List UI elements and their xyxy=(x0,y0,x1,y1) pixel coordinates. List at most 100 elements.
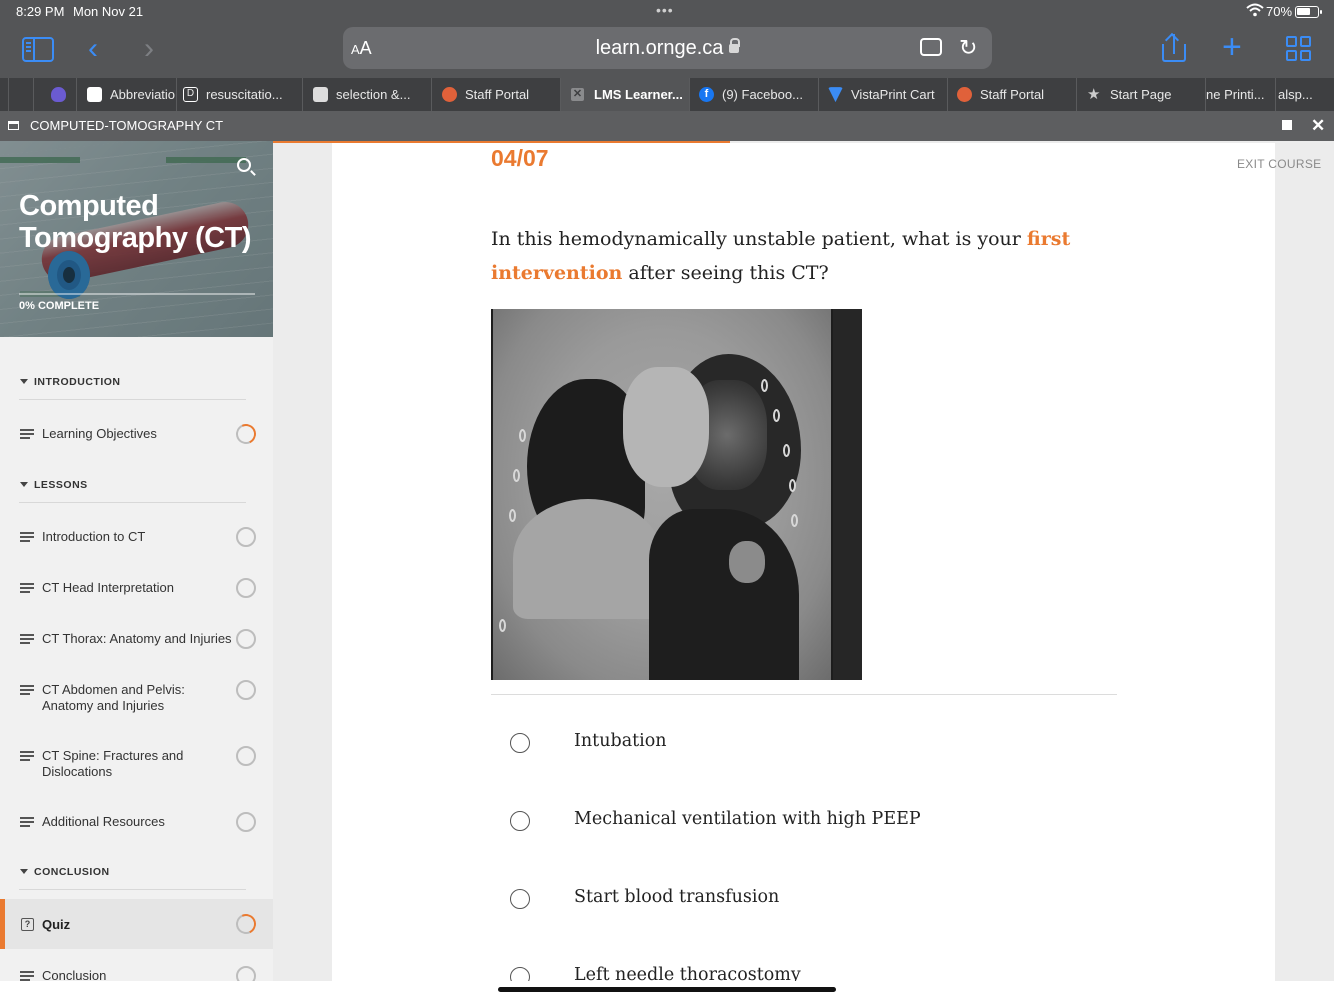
multitask-dots-icon[interactable]: ••• xyxy=(656,2,674,18)
tab-bar: Abbreviatio Dresuscitatio... selection &… xyxy=(0,78,1334,111)
course-sidebar: Computed Tomography (CT) 0% COMPLETE INT… xyxy=(0,141,273,981)
collapse-triangle-icon xyxy=(20,869,28,874)
ct-scan-image xyxy=(491,309,862,680)
lesson-item[interactable]: Conclusion xyxy=(0,966,273,981)
lesson-list-icon xyxy=(20,583,34,593)
course-hero: Computed Tomography (CT) 0% COMPLETE xyxy=(0,141,273,337)
answer-option[interactable]: Left needle thoracostomy xyxy=(510,964,1110,981)
progress-ring-icon xyxy=(236,578,256,598)
question-text: In this hemodynamically unstable patient… xyxy=(491,228,1071,284)
collapse-triangle-icon xyxy=(20,482,28,487)
window-icon xyxy=(8,121,19,130)
tab[interactable]: ★ Start Page xyxy=(1076,78,1205,111)
window-title-bar: COMPUTED-TOMOGRAPHY CT ✕ xyxy=(0,111,1334,141)
d-icon: D xyxy=(183,87,198,103)
lesson-item[interactable]: CT Spine: Fractures and Dislocations xyxy=(0,746,273,782)
options-divider xyxy=(491,694,1117,695)
tab-active[interactable]: ✕ LMS Learner... xyxy=(560,78,689,111)
status-bar: 8:29 PM Mon Nov 21 ••• 70% xyxy=(0,0,1334,24)
progress-ring-icon xyxy=(236,812,256,832)
progress-ring-icon xyxy=(236,629,256,649)
lesson-list-icon xyxy=(20,751,34,761)
url-field[interactable]: learn.ornge.ca xyxy=(343,37,992,60)
sidebar-toggle-icon[interactable] xyxy=(22,37,54,62)
lesson-list-icon xyxy=(20,971,34,981)
progress-ring-icon xyxy=(236,746,256,766)
progress-ring-icon xyxy=(236,680,256,700)
question-counter: 04/07 xyxy=(491,145,549,171)
facebook-icon: f xyxy=(699,87,714,103)
lesson-item-active[interactable]: ? Quiz xyxy=(0,899,273,949)
status-date: Mon Nov 21 xyxy=(73,4,144,19)
progress-ring-icon xyxy=(236,966,256,981)
wifi-icon xyxy=(1246,3,1264,17)
radio-button[interactable] xyxy=(510,733,530,753)
tab[interactable]: Abbreviatio xyxy=(76,78,176,111)
battery-level xyxy=(1297,8,1310,15)
lesson-item[interactable]: Additional Resources xyxy=(0,812,273,832)
tab[interactable]: Staff Portal xyxy=(431,78,560,111)
tab[interactable]: Dresuscitatio... xyxy=(176,78,302,111)
section-introduction[interactable]: INTRODUCTION xyxy=(19,368,246,400)
course-progress-bar xyxy=(19,293,255,295)
maximize-icon[interactable] xyxy=(1282,120,1292,130)
section-conclusion[interactable]: CONCLUSION xyxy=(19,858,246,890)
section-lessons[interactable]: LESSONS xyxy=(19,471,246,503)
lesson-list-icon xyxy=(20,429,34,439)
close-tab-icon[interactable]: ✕ xyxy=(571,88,584,102)
shield-icon xyxy=(51,87,66,103)
home-indicator[interactable] xyxy=(498,987,836,992)
collapse-triangle-icon xyxy=(20,379,28,384)
answer-option[interactable]: Start blood transfusion xyxy=(510,886,1110,912)
radio-button[interactable] xyxy=(510,967,530,981)
tab[interactable]: f (9) Faceboo... xyxy=(689,78,818,111)
radio-button[interactable] xyxy=(510,811,530,831)
extensions-icon[interactable] xyxy=(920,38,942,56)
tab-overview-icon[interactable] xyxy=(1286,36,1312,62)
tab[interactable]: ne Printi... xyxy=(1205,78,1275,111)
address-bar[interactable]: AA learn.ornge.ca ↻ xyxy=(343,27,992,69)
portal-icon xyxy=(442,87,457,103)
lesson-list-icon xyxy=(20,634,34,644)
search-icon[interactable] xyxy=(237,158,251,172)
star-icon: ★ xyxy=(1087,86,1101,104)
window-title: COMPUTED-TOMOGRAPHY CT xyxy=(30,118,224,133)
lesson-item[interactable]: Learning Objectives xyxy=(0,421,273,447)
lesson-item[interactable]: CT Head Interpretation xyxy=(0,578,273,598)
tab[interactable]: selection &... xyxy=(302,78,431,111)
vistaprint-icon xyxy=(828,87,843,103)
tab[interactable]: alsp... xyxy=(1275,78,1334,111)
share-icon[interactable] xyxy=(1162,32,1186,62)
answer-option[interactable]: Intubation xyxy=(510,730,1110,756)
lock-icon xyxy=(729,38,741,53)
doc-icon xyxy=(313,87,328,103)
course-title: Computed Tomography (CT) xyxy=(19,190,252,254)
battery-icon xyxy=(1295,6,1322,18)
course-progress-label: 0% COMPLETE xyxy=(19,300,100,312)
tab[interactable]: VistaPrint Cart xyxy=(818,78,947,111)
exit-course-link[interactable]: EXIT COURSE xyxy=(1237,157,1321,171)
lesson-item[interactable]: Introduction to CT xyxy=(0,527,273,547)
app-icon xyxy=(87,87,102,103)
reload-icon[interactable]: ↻ xyxy=(959,35,977,61)
lesson-list-icon xyxy=(20,532,34,542)
quiz-icon: ? xyxy=(21,918,34,931)
battery-percent: 70% xyxy=(1266,4,1293,19)
progress-ring-icon xyxy=(233,421,259,447)
tab[interactable] xyxy=(8,78,33,111)
lesson-item[interactable]: CT Abdomen and Pelvis: Anatomy and Injur… xyxy=(0,680,273,716)
answer-option[interactable]: Mechanical ventilation with high PEEP xyxy=(510,808,1110,834)
new-tab-icon[interactable]: + xyxy=(1222,28,1242,66)
tab[interactable]: Staff Portal xyxy=(947,78,1076,111)
status-time: 8:29 PM xyxy=(16,4,65,19)
lesson-list-icon xyxy=(20,685,34,695)
screen: 8:29 PM Mon Nov 21 ••• 70% ‹ › AA learn.… xyxy=(0,0,1334,1000)
radio-button[interactable] xyxy=(510,889,530,909)
forward-icon[interactable]: › xyxy=(144,34,154,64)
lesson-item[interactable]: CT Thorax: Anatomy and Injuries xyxy=(0,629,273,649)
progress-ring-icon xyxy=(236,527,256,547)
lesson-list-icon xyxy=(20,817,34,827)
close-icon[interactable]: ✕ xyxy=(1311,116,1325,136)
back-icon[interactable]: ‹ xyxy=(88,34,98,64)
tab-pinned[interactable] xyxy=(33,78,76,111)
